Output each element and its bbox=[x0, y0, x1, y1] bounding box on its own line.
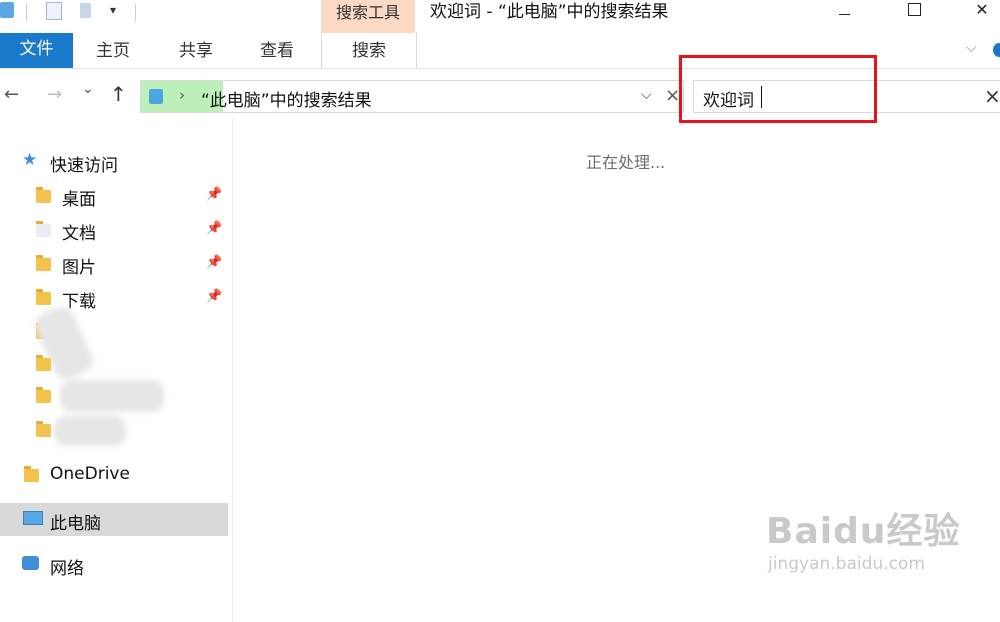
baidu-watermark: Baidu经验 jingyan.baidu.com bbox=[766, 512, 960, 576]
redacted-item bbox=[60, 380, 164, 412]
window-title: 欢迎词 - “此电脑”中的搜索结果 bbox=[430, 2, 669, 22]
separator bbox=[26, 4, 27, 22]
pictures-folder-icon bbox=[36, 255, 51, 271]
folder-icon bbox=[36, 387, 51, 403]
address-text: “此电脑”中的搜索结果 bbox=[201, 91, 372, 111]
sidebar-item-documents[interactable]: 文档 📌 bbox=[0, 213, 228, 246]
navigation-pane: ★ 快速访问 桌面 📌 文档 📌 图片 📌 下载 📌 OneDrive 此电脑 … bbox=[0, 118, 233, 622]
maximize-button[interactable] bbox=[892, 0, 936, 26]
pin-icon: 📌 bbox=[206, 221, 223, 236]
breadcrumb-chevron-icon: › bbox=[179, 86, 185, 104]
title-bar: ▾ 搜索工具 欢迎词 - “此电脑”中的搜索结果 ✕ bbox=[0, 0, 1000, 33]
back-button[interactable]: ← bbox=[4, 84, 19, 105]
up-button[interactable]: ↑ bbox=[110, 82, 127, 106]
watermark-url: jingyan.baidu.com bbox=[768, 554, 925, 574]
address-dropdown-icon[interactable]: ⌵ bbox=[641, 87, 652, 103]
folder-icon bbox=[36, 421, 51, 437]
pin-icon: 📌 bbox=[206, 187, 223, 202]
customize-toolbar-icon[interactable]: ▾ bbox=[110, 3, 116, 17]
desktop-folder-icon bbox=[36, 187, 51, 203]
sidebar-item-downloads[interactable]: 下载 📌 bbox=[0, 281, 228, 314]
close-icon: ✕ bbox=[975, 0, 989, 19]
sidebar-item-label: 快速访问 bbox=[50, 156, 118, 176]
documents-folder-icon bbox=[36, 221, 51, 237]
new-folder-icon[interactable] bbox=[80, 3, 91, 18]
sidebar-item-label: 文档 bbox=[62, 224, 96, 244]
minimize-icon bbox=[838, 14, 850, 15]
forward-button[interactable]: → bbox=[47, 84, 62, 105]
sidebar-item-pictures[interactable]: 图片 📌 bbox=[0, 247, 228, 280]
help-icon[interactable] bbox=[993, 43, 1000, 57]
onedrive-folder-icon bbox=[24, 466, 39, 482]
watermark-brand: Baidu经验 bbox=[766, 511, 961, 552]
redacted-item bbox=[54, 416, 126, 446]
minimize-button[interactable] bbox=[822, 0, 866, 26]
sidebar-item-label: 此电脑 bbox=[50, 514, 101, 534]
recent-locations-button[interactable]: ⌄ bbox=[82, 81, 94, 97]
close-button[interactable]: ✕ bbox=[960, 0, 1000, 26]
context-tab-label: 搜索工具 bbox=[335, 3, 400, 22]
redacted-item bbox=[31, 302, 97, 384]
tab-home[interactable]: 主页 bbox=[82, 33, 144, 69]
annotation-highlight-box bbox=[679, 55, 877, 123]
properties-icon[interactable] bbox=[46, 2, 62, 20]
app-icon bbox=[0, 2, 14, 18]
maximize-icon bbox=[907, 3, 921, 16]
separator bbox=[135, 4, 136, 22]
search-results-icon bbox=[149, 89, 163, 104]
sidebar-item-label: 图片 bbox=[62, 258, 96, 278]
search-tools-context-header: 搜索工具 bbox=[321, 0, 415, 33]
sidebar-item-label: OneDrive bbox=[50, 464, 130, 484]
tab-view[interactable]: 查看 bbox=[246, 33, 308, 69]
tab-search[interactable]: 搜索 bbox=[321, 33, 417, 69]
stop-search-button[interactable]: × bbox=[665, 85, 680, 106]
downloads-folder-icon bbox=[36, 289, 51, 305]
pin-icon: 📌 bbox=[206, 255, 223, 270]
computer-icon bbox=[23, 511, 43, 525]
tab-share[interactable]: 共享 bbox=[165, 33, 227, 69]
sidebar-item-desktop[interactable]: 桌面 📌 bbox=[0, 179, 228, 212]
sidebar-item-this-pc[interactable]: 此电脑 bbox=[0, 503, 228, 536]
folder-icon bbox=[36, 355, 51, 371]
ribbon-expand-icon[interactable]: ⌵ bbox=[966, 40, 977, 56]
address-bar[interactable]: › “此电脑”中的搜索结果 ⌵ × bbox=[140, 80, 684, 113]
network-icon bbox=[22, 556, 39, 570]
star-icon: ★ bbox=[22, 150, 38, 170]
tab-file[interactable]: 文件 bbox=[0, 33, 73, 68]
sidebar-item-network[interactable]: 网络 bbox=[0, 548, 228, 581]
sidebar-item-quick-access[interactable]: ★ 快速访问 bbox=[0, 145, 228, 178]
sidebar-item-label: 网络 bbox=[50, 559, 84, 579]
sidebar-item-label: 桌面 bbox=[62, 190, 96, 210]
sidebar-item-onedrive[interactable]: OneDrive bbox=[0, 458, 228, 491]
search-status-text: 正在处理... bbox=[586, 153, 666, 172]
clear-search-button[interactable]: × bbox=[984, 84, 1000, 108]
pin-icon: 📌 bbox=[206, 289, 223, 304]
